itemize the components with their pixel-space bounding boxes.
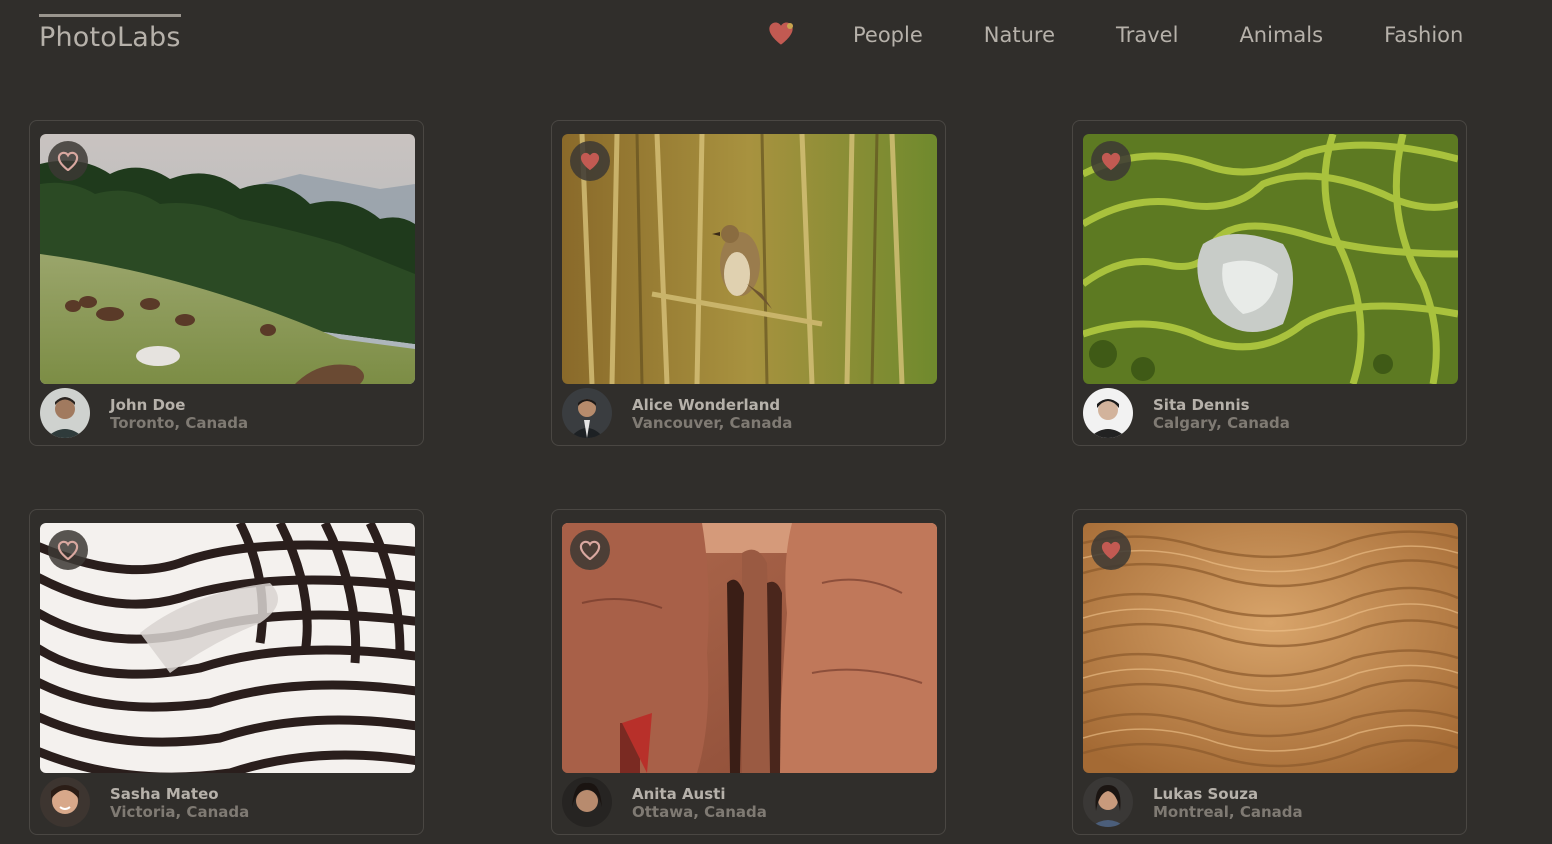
avatar <box>1083 388 1133 438</box>
photo-list-item[interactable]: John Doe Toronto, Canada <box>29 120 424 446</box>
top-navigation-bar: PhotoLabs People Nature Travel Animals F… <box>0 0 1552 72</box>
topic-people[interactable]: People <box>853 20 923 50</box>
heart-icon <box>579 151 601 171</box>
heart-icon <box>579 540 601 560</box>
photo-author: Alice Wonderland Vancouver, Canada <box>562 388 937 440</box>
author-location: Vancouver, Canada <box>632 414 793 432</box>
photo-image[interactable] <box>562 523 937 773</box>
photo-list-item[interactable]: Anita Austi Ottawa, Canada <box>551 509 946 835</box>
like-button[interactable] <box>570 530 610 570</box>
like-button[interactable] <box>570 141 610 181</box>
photo-author: Anita Austi Ottawa, Canada <box>562 777 937 829</box>
photo-author: Sasha Mateo Victoria, Canada <box>40 777 415 829</box>
topic-animals[interactable]: Animals <box>1239 20 1323 50</box>
heart-icon <box>1100 540 1122 560</box>
like-button[interactable] <box>1091 530 1131 570</box>
photo-author: Lukas Souza Montreal, Canada <box>1083 777 1458 829</box>
author-name: Sasha Mateo <box>110 785 219 803</box>
photo-author: Sita Dennis Calgary, Canada <box>1083 388 1458 440</box>
photo-image[interactable] <box>562 134 937 384</box>
like-button[interactable] <box>1091 141 1131 181</box>
photo-image[interactable] <box>1083 523 1458 773</box>
like-button[interactable] <box>48 530 88 570</box>
photo-image[interactable] <box>40 134 415 384</box>
topic-nature[interactable]: Nature <box>984 20 1055 50</box>
author-location: Montreal, Canada <box>1153 803 1303 821</box>
photo-list-item[interactable]: Sita Dennis Calgary, Canada <box>1072 120 1467 446</box>
author-location: Ottawa, Canada <box>632 803 767 821</box>
author-name: John Doe <box>110 396 186 414</box>
avatar <box>562 388 612 438</box>
notification-dot <box>787 23 793 29</box>
avatar <box>1083 777 1133 827</box>
photo-list-item[interactable]: Lukas Souza Montreal, Canada <box>1072 509 1467 835</box>
heart-icon <box>57 151 79 171</box>
author-name: Anita Austi <box>632 785 726 803</box>
author-location: Calgary, Canada <box>1153 414 1290 432</box>
photo-image[interactable] <box>1083 134 1458 384</box>
topic-travel[interactable]: Travel <box>1116 20 1178 50</box>
photo-image[interactable] <box>40 523 415 773</box>
avatar <box>562 777 612 827</box>
favorites-badge[interactable] <box>767 20 797 50</box>
author-location: Toronto, Canada <box>110 414 249 432</box>
heart-icon <box>57 540 79 560</box>
author-location: Victoria, Canada <box>110 803 250 821</box>
topic-list: People Nature Travel Animals Fashion <box>853 20 1463 50</box>
heart-icon <box>767 22 795 50</box>
author-name: Alice Wonderland <box>632 396 781 414</box>
topic-fashion[interactable]: Fashion <box>1384 20 1463 50</box>
photo-author: John Doe Toronto, Canada <box>40 388 415 440</box>
heart-icon <box>1100 151 1122 171</box>
photo-list-item[interactable]: Alice Wonderland Vancouver, Canada <box>551 120 946 446</box>
photo-list-item[interactable]: Sasha Mateo Victoria, Canada <box>29 509 424 835</box>
author-name: Lukas Souza <box>1153 785 1259 803</box>
app-logo[interactable]: PhotoLabs <box>39 14 181 55</box>
avatar <box>40 388 90 438</box>
like-button[interactable] <box>48 141 88 181</box>
avatar <box>40 777 90 827</box>
author-name: Sita Dennis <box>1153 396 1250 414</box>
